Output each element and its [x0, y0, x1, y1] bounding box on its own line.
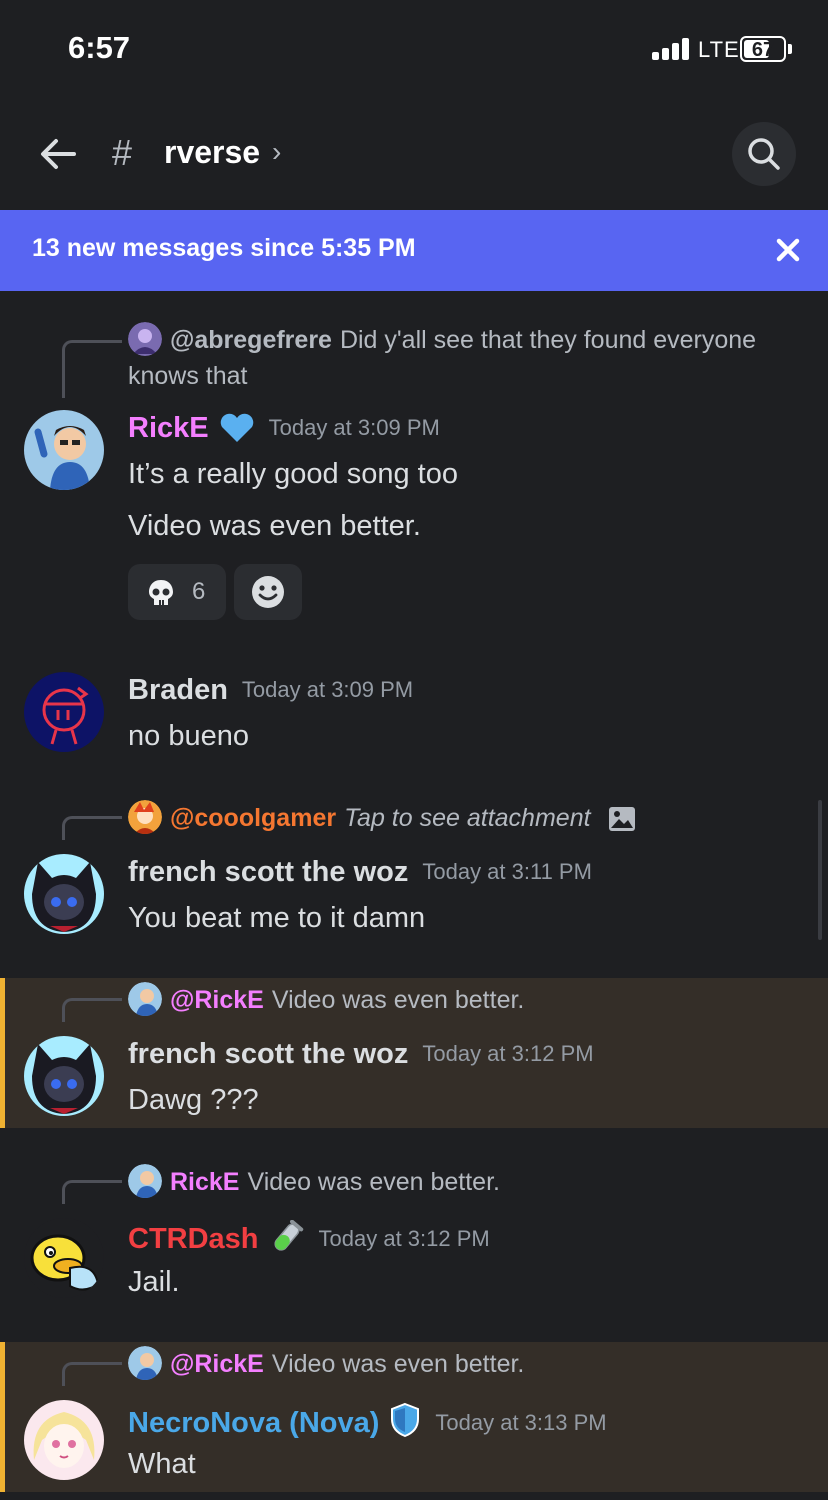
message-header: Braden Today at 3:09 PM [128, 674, 413, 707]
message-text: You beat me to it damn [128, 902, 426, 934]
skull-icon [149, 580, 173, 605]
reply-avatar [128, 982, 162, 1016]
add-reaction-icon [252, 576, 284, 608]
reply-author[interactable]: @abregefrere [170, 326, 332, 354]
test-tube-icon [269, 1219, 305, 1262]
reply-author[interactable]: RickE [170, 1168, 239, 1196]
channel-header: # rverse › [0, 110, 828, 210]
message-header: RickE Today at 3:09 PM [128, 412, 440, 451]
avatar[interactable] [24, 672, 104, 752]
add-reaction-button[interactable] [234, 564, 302, 620]
new-messages-banner[interactable]: 13 new messages since 5:35 PM [0, 210, 828, 291]
reply-text: Video was even better. [271, 986, 525, 1014]
timestamp: Today at 3:11 PM [422, 859, 592, 884]
channel-name[interactable]: rverse [164, 134, 260, 171]
avatar[interactable] [24, 854, 104, 934]
message-text: Jail. [128, 1266, 180, 1298]
reply-avatar [128, 322, 162, 356]
channel-hash-icon: # [112, 132, 133, 173]
reply-text: Tap to see attachment [344, 804, 591, 832]
status-time: 6:57 [68, 30, 131, 65]
timestamp: Today at 3:12 PM [318, 1226, 490, 1251]
mention-highlight-bar [0, 1342, 5, 1492]
message-header: CTRDash Today at 3:12 PM [128, 1219, 490, 1262]
back-arrow-icon[interactable] [36, 132, 80, 176]
message-braden[interactable]: Braden Today at 3:09 PM no bueno [0, 660, 828, 770]
message-rick-1[interactable]: @abregefrere Did y'all see that they foun… [0, 310, 828, 640]
author-name[interactable]: RickE [128, 412, 209, 444]
message-header: french scott the woz Today at 3:11 PM [128, 856, 592, 889]
author-name[interactable]: CTRDash [128, 1223, 259, 1255]
avatar[interactable] [24, 410, 104, 490]
message-text: It’s a really good song too [128, 458, 458, 490]
message-header: french scott the woz Today at 3:12 PM [128, 1038, 594, 1071]
status-bar: 6:57 LTE 67 [0, 0, 828, 100]
message-text: no bueno [128, 720, 249, 752]
reply-connector [62, 340, 122, 398]
reply-avatar [128, 800, 162, 834]
reply-text: Video was even better. [271, 1350, 525, 1378]
chevron-right-icon[interactable]: › [272, 136, 281, 168]
mention-highlight-bar [0, 978, 5, 1128]
reply-connector [62, 816, 122, 840]
reply-preview[interactable]: @RickE Video was even better. [128, 982, 808, 1018]
avatar[interactable] [24, 1400, 104, 1480]
battery-percent: 67 [751, 39, 775, 61]
timestamp: Today at 3:09 PM [268, 415, 440, 440]
reply-connector [62, 1362, 122, 1386]
author-name[interactable]: NecroNova (Nova) [128, 1407, 379, 1439]
message-text: What [128, 1448, 196, 1480]
reaction-count: 6 [192, 578, 206, 605]
search-button[interactable] [732, 122, 796, 186]
battery-tip [788, 44, 792, 54]
network-label: LTE [698, 37, 740, 62]
author-name[interactable]: french scott the woz [128, 856, 408, 888]
reply-connector [62, 998, 122, 1022]
message-necronova[interactable]: @RickE Video was even better. NecroNova (… [0, 1342, 828, 1492]
author-name[interactable]: Braden [128, 674, 228, 706]
reply-author[interactable]: @RickE [170, 986, 264, 1014]
signal-icon [652, 38, 692, 60]
author-name[interactable]: french scott the woz [128, 1038, 408, 1070]
message-text: Video was even better. [128, 510, 421, 542]
close-icon[interactable] [770, 232, 806, 268]
battery-icon: 67 [740, 36, 786, 62]
avatar[interactable] [24, 1036, 104, 1116]
blue-heart-icon [219, 413, 255, 451]
message-french-scott-2[interactable]: @RickE Video was even better. french scot… [0, 978, 828, 1128]
message-french-scott-1[interactable]: @cooolgamer Tap to see attachment french … [0, 790, 828, 960]
reaction-skull[interactable]: 6 [128, 564, 226, 620]
reply-author[interactable]: @RickE [170, 1350, 264, 1378]
timestamp: Today at 3:12 PM [422, 1041, 594, 1066]
image-icon [608, 806, 636, 842]
timestamp: Today at 3:13 PM [435, 1410, 607, 1435]
reply-author[interactable]: @cooolgamer [170, 804, 336, 832]
timestamp: Today at 3:09 PM [241, 677, 414, 702]
scrollbar[interactable] [818, 800, 822, 940]
reply-preview[interactable]: RickE Video was even better. [128, 1164, 808, 1200]
reply-avatar [128, 1164, 162, 1198]
new-messages-text: 13 new messages since 5:35 PM [32, 234, 416, 262]
message-ctrdash[interactable]: RickE Video was even better. CTRDash Today… [0, 1158, 828, 1318]
shield-icon [389, 1402, 421, 1446]
message-header: NecroNova (Nova) Today at 3:13 PM [128, 1402, 607, 1446]
search-icon [748, 138, 780, 170]
reply-preview[interactable]: @RickE Video was even better. [128, 1346, 808, 1382]
reply-preview[interactable]: @abregefrere Did y'all see that they foun… [128, 322, 808, 394]
reply-connector [62, 1180, 122, 1204]
reply-avatar [128, 1346, 162, 1380]
reply-text: Video was even better. [247, 1168, 500, 1196]
avatar[interactable] [24, 1218, 104, 1298]
reply-preview[interactable]: @cooolgamer Tap to see attachment [128, 800, 808, 842]
message-text: Dawg ??? [128, 1084, 259, 1116]
